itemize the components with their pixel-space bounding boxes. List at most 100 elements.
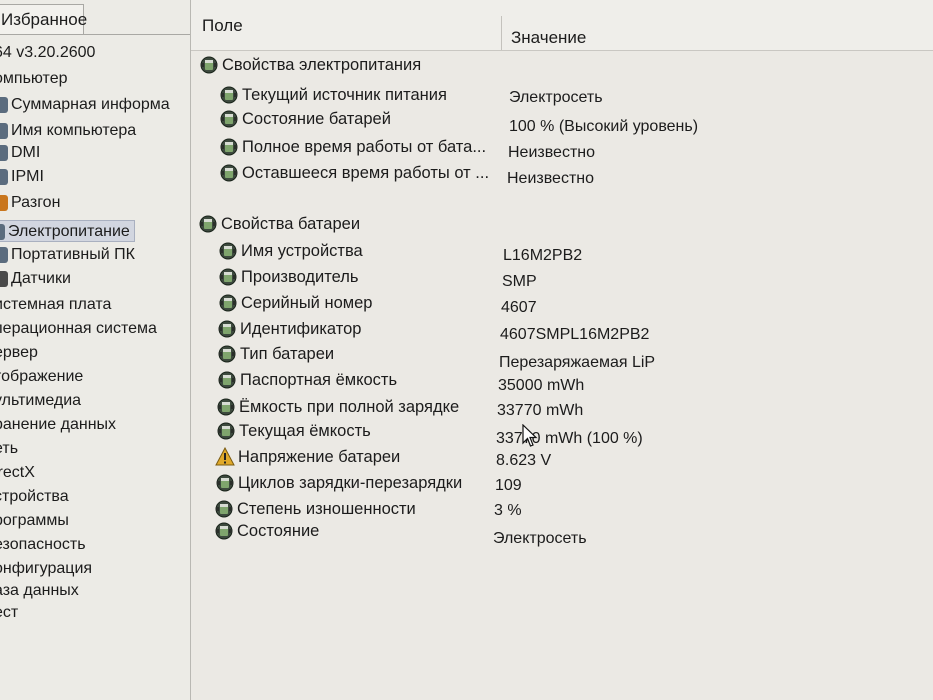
sidebar-item-label: перационная система bbox=[0, 320, 157, 337]
sidebar-item-label: аза данных bbox=[0, 582, 79, 599]
sidebar-item-label: irectX bbox=[0, 464, 35, 481]
sidebar-item[interactable]: тображение bbox=[0, 366, 83, 388]
sidebar-item[interactable]: DMI bbox=[0, 142, 40, 164]
property-row[interactable]: Серийный номер bbox=[218, 290, 372, 314]
column-header-value[interactable]: Значение bbox=[511, 28, 586, 48]
property-field: Ёмкость при полной зарядке bbox=[239, 397, 460, 416]
property-field: Паспортная ёмкость bbox=[240, 370, 398, 389]
battery-icon bbox=[216, 421, 236, 441]
sidebar-item[interactable]: ест bbox=[0, 602, 18, 624]
property-row[interactable]: Оставшееся время работы от ... bbox=[219, 160, 489, 184]
battery-icon bbox=[218, 267, 238, 287]
sidebar-item[interactable]: Электропитание bbox=[0, 220, 135, 242]
tab-favorites[interactable]: Избранное bbox=[0, 4, 87, 34]
sidebar-item[interactable]: IPMI bbox=[0, 166, 44, 188]
property-row[interactable]: Степень изношенности bbox=[214, 496, 416, 520]
property-row[interactable]: Текущий источник питания bbox=[219, 82, 447, 106]
sidebar-item[interactable]: Имя компьютера bbox=[0, 120, 136, 142]
group-title: Свойства батареи bbox=[221, 214, 361, 233]
sidebar-item-label: Суммарная информа bbox=[11, 96, 170, 113]
sidebar-item-label: еть bbox=[0, 440, 19, 457]
property-row[interactable]: Ёмкость при полной зарядке bbox=[216, 394, 459, 418]
property-field: Оставшееся время работы от ... bbox=[242, 163, 490, 182]
sidebar-item[interactable]: стройства bbox=[0, 486, 69, 508]
column-divider[interactable] bbox=[501, 16, 502, 50]
details-pane: Поле Значение Свойства электропитания Тек… bbox=[191, 0, 933, 700]
sidebar-item[interactable]: омпьютер bbox=[0, 68, 68, 90]
battery-icon bbox=[199, 55, 219, 75]
property-row[interactable]: Производитель bbox=[218, 264, 358, 288]
property-row[interactable]: Полное время работы от бата... bbox=[219, 134, 486, 158]
sidebar-item[interactable]: езопасность bbox=[0, 534, 86, 556]
property-row[interactable]: Состояние батарей bbox=[219, 106, 391, 130]
mouse-cursor-icon bbox=[522, 424, 538, 447]
sidebar-item[interactable]: Портативный ПК bbox=[0, 244, 135, 266]
battery-icon bbox=[217, 370, 237, 390]
property-row[interactable]: Тип батареи bbox=[217, 341, 334, 365]
property-field: Имя устройства bbox=[241, 241, 363, 260]
sidebar-item[interactable]: рограммы bbox=[0, 510, 69, 532]
sidebar-item[interactable]: перационная система bbox=[0, 318, 157, 340]
property-value: 35000 mWh bbox=[498, 377, 585, 394]
property-value: 3 % bbox=[494, 502, 522, 519]
sidebar-item-label: Портативный ПК bbox=[11, 246, 135, 263]
sidebar-item-label: езопасность bbox=[0, 536, 86, 553]
battery-icon bbox=[219, 163, 239, 183]
property-row[interactable]: Циклов зарядки-перезарядки bbox=[215, 470, 462, 494]
property-row[interactable]: Текущая ёмкость bbox=[216, 418, 371, 442]
sidebar-item[interactable]: аза данных bbox=[0, 580, 79, 602]
group-header[interactable]: Свойства батареи bbox=[198, 211, 360, 235]
property-field: Тип батареи bbox=[240, 344, 335, 363]
sidebar-item[interactable]: ультимедиа bbox=[0, 390, 81, 412]
battery-icon bbox=[214, 499, 234, 519]
flame-icon bbox=[0, 194, 8, 211]
sidebar-item-label: Разгон bbox=[11, 194, 61, 211]
computer-icon bbox=[0, 144, 8, 161]
sidebar-item-label: ультимедиа bbox=[0, 392, 82, 409]
property-field: Состояние батарей bbox=[242, 109, 391, 128]
property-row[interactable]: Состояние bbox=[214, 518, 319, 542]
column-header-field[interactable]: Поле bbox=[202, 16, 243, 36]
property-value: 100 % (Высокий уровень) bbox=[509, 118, 699, 135]
group-header[interactable]: Свойства электропитания bbox=[199, 52, 421, 76]
sidebar-item-label: ранение данных bbox=[0, 416, 117, 433]
sidebar-item-label: тображение bbox=[0, 368, 84, 385]
sidebar-item[interactable]: истемная плата bbox=[0, 294, 111, 316]
property-field: Напряжение батареи bbox=[238, 447, 401, 466]
computer-icon bbox=[0, 122, 8, 139]
battery-icon bbox=[214, 521, 234, 541]
property-value: SMP bbox=[502, 273, 537, 290]
sidebar-item-label: омпьютер bbox=[0, 70, 68, 87]
sidebar-item-label: рограммы bbox=[0, 512, 69, 529]
property-value: 8.623 V bbox=[496, 452, 552, 469]
property-row[interactable]: Идентификатор bbox=[217, 316, 361, 340]
sidebar-item[interactable]: Суммарная информа bbox=[0, 94, 170, 116]
battery-icon bbox=[216, 397, 236, 417]
property-value: Перезаряжаемая LiP bbox=[499, 354, 656, 371]
sidebar-item[interactable]: ервер bbox=[0, 342, 38, 364]
sidebar-item[interactable]: онфигурация bbox=[0, 558, 92, 580]
property-row[interactable]: Имя устройства bbox=[218, 238, 363, 262]
property-value: 4607 bbox=[501, 299, 537, 316]
property-field: Состояние bbox=[237, 521, 320, 540]
property-row[interactable]: Паспортная ёмкость bbox=[217, 367, 397, 391]
group-title: Свойства электропитания bbox=[222, 55, 422, 74]
power-icon bbox=[0, 223, 5, 240]
sidebar-item-label: IPMI bbox=[11, 168, 44, 185]
battery-icon bbox=[218, 241, 238, 261]
property-row[interactable]: Напряжение батареи bbox=[215, 444, 400, 468]
sidebar-item[interactable]: Датчики bbox=[0, 268, 71, 290]
sidebar-item[interactable]: еть bbox=[0, 438, 18, 460]
sidebar-item-label: Имя компьютера bbox=[11, 122, 137, 139]
sensor-icon bbox=[0, 270, 8, 287]
sidebar-item[interactable]: Разгон bbox=[0, 192, 60, 214]
sidebar-item[interactable]: 64 v3.20.2600 bbox=[0, 42, 95, 64]
sidebar-item[interactable]: irectX bbox=[0, 462, 35, 484]
sidebar-item-label: Электропитание bbox=[8, 223, 130, 240]
property-value: 109 bbox=[495, 477, 522, 494]
property-field: Производитель bbox=[241, 267, 359, 286]
property-value: 33770 mWh bbox=[497, 402, 584, 419]
sidebar-item[interactable]: ранение данных bbox=[0, 414, 116, 436]
sidebar-item-label: ервер bbox=[0, 344, 38, 361]
battery-icon bbox=[218, 293, 238, 313]
